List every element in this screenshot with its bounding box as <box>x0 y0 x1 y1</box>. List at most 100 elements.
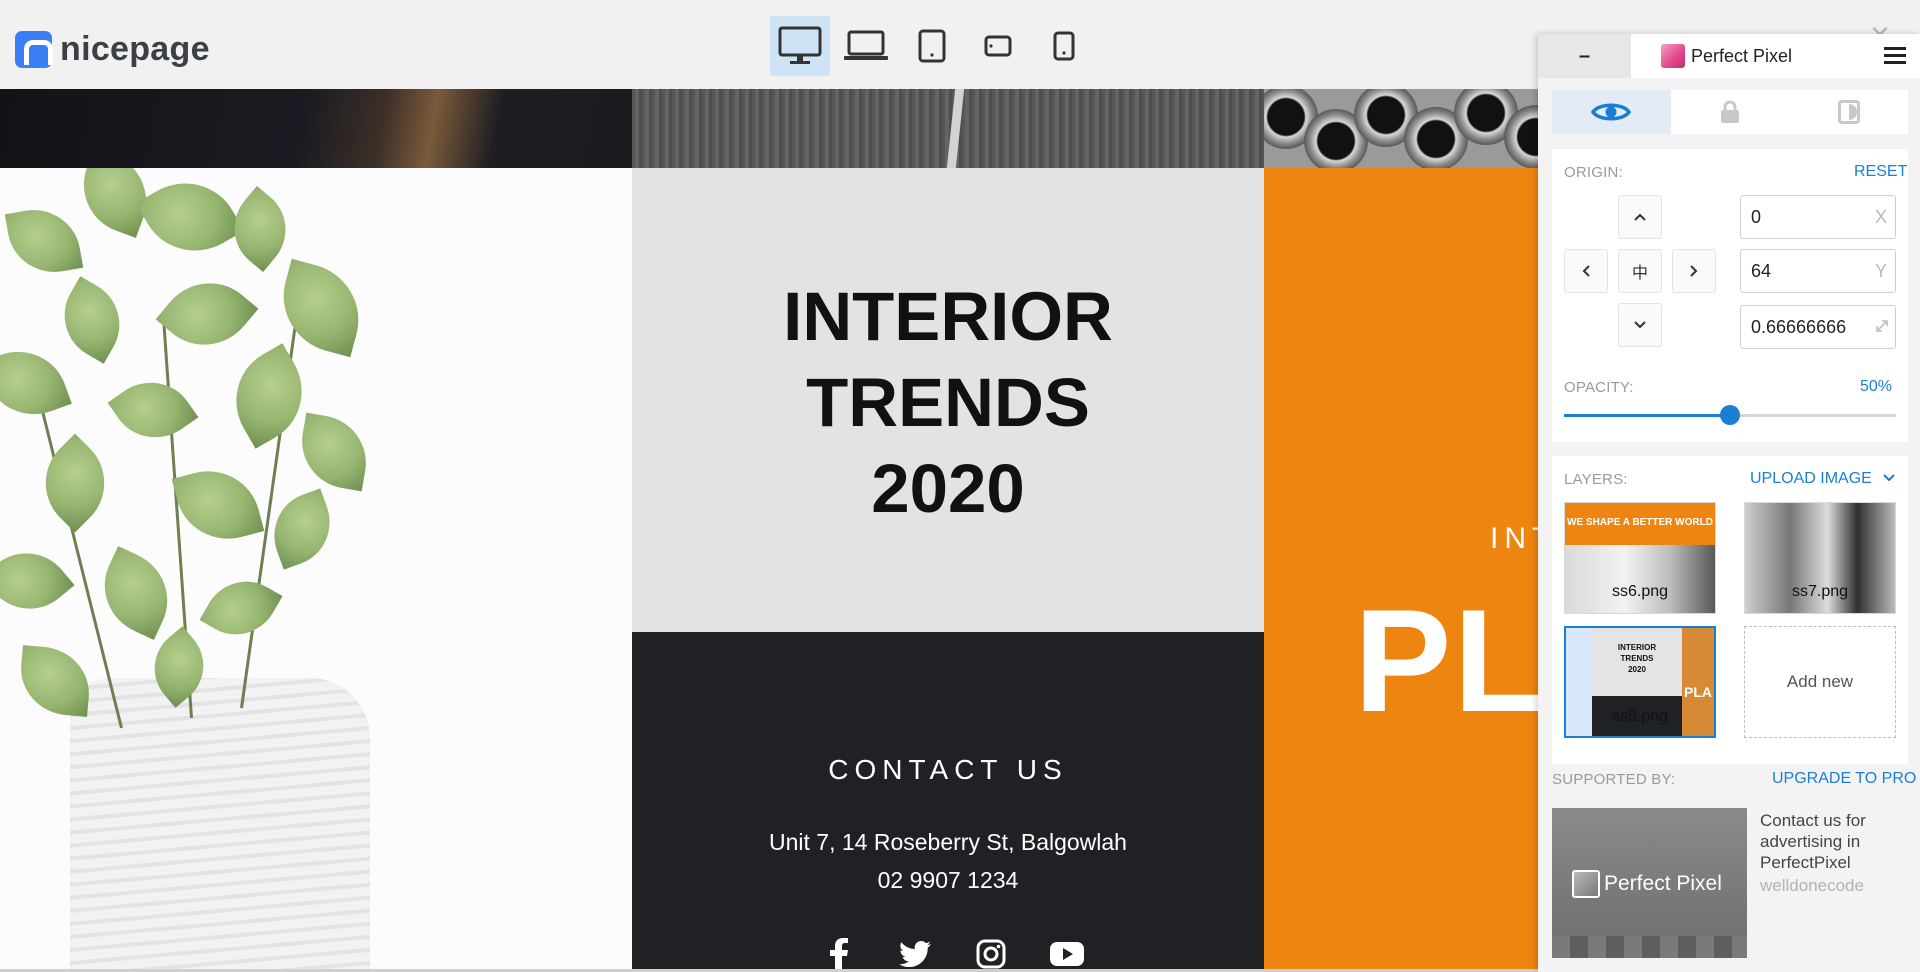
panel-tabs <box>1552 90 1908 134</box>
layer-thumbnail-ss7[interactable]: ss7.png <box>1744 502 1896 614</box>
contact-phone: 02 9907 1234 <box>877 867 1019 893</box>
thumbnail-caption: WE SHAPE A BETTER WORLD <box>1567 517 1713 528</box>
leaf <box>155 262 259 366</box>
add-new-layer-button[interactable]: Add new <box>1744 626 1896 738</box>
tablet-landscape-icon <box>984 35 1012 57</box>
thumbnail-photo <box>1565 545 1715 613</box>
plant-image <box>0 168 632 972</box>
move-up-button[interactable] <box>1618 195 1662 239</box>
desktop-icon <box>778 26 822 64</box>
hero-image-strip-2 <box>632 89 1264 168</box>
chevron-down-icon <box>1883 474 1895 482</box>
leaf <box>135 168 245 271</box>
facebook-icon[interactable] <box>821 936 857 972</box>
laptop-view-button[interactable] <box>836 16 896 76</box>
leaf <box>4 202 84 280</box>
opacity-slider[interactable] <box>1564 405 1896 425</box>
perfect-pixel-logo-icon <box>1661 44 1685 68</box>
ad-logo-icon <box>1572 870 1600 898</box>
contact-address: Unit 7, 14 Roseberry St, Balgowlah <box>769 829 1127 855</box>
leaf <box>107 364 199 456</box>
panel-brand: Perfect Pixel <box>1661 44 1792 68</box>
perfect-pixel-panel: – Perfect Pixel ORIGIN: RESET 中 0 X 64 Y… <box>1538 34 1920 972</box>
twitter-icon[interactable] <box>897 936 933 972</box>
leaf <box>17 645 93 717</box>
youtube-icon[interactable] <box>1049 936 1085 972</box>
tablet-landscape-view-button[interactable] <box>968 16 1028 76</box>
panel-header: – Perfect Pixel <box>1538 34 1920 78</box>
ad-sub-text: welldonecode <box>1760 876 1864 895</box>
layer-name: ss8.png <box>1611 708 1669 725</box>
nicepage-logo-icon <box>15 31 53 68</box>
nicepage-logo-text: nicepage <box>60 30 210 68</box>
tablet-icon <box>918 29 946 63</box>
contact-section: CONTACT US Unit 7, 14 Roseberry St, Balg… <box>632 632 1264 972</box>
thumbnail-orange-text: PLA <box>1684 684 1712 700</box>
leaf <box>199 566 283 650</box>
move-down-button[interactable] <box>1618 303 1662 347</box>
eye-icon <box>1591 103 1632 121</box>
lock-icon <box>1721 100 1739 123</box>
layer-thumbnail-ss8[interactable]: INTERIOR TRENDS 2020 PLA ss8.png <box>1564 626 1716 738</box>
social-links <box>821 936 1085 972</box>
instagram-icon[interactable] <box>973 936 1009 972</box>
origin-x-input[interactable] <box>1740 195 1896 239</box>
desktop-view-button[interactable] <box>770 16 830 76</box>
panel-title: Perfect Pixel <box>1691 45 1793 66</box>
leaf <box>261 488 343 570</box>
center-origin-button[interactable]: 中 <box>1618 249 1662 293</box>
chevron-right-icon <box>1690 265 1698 277</box>
hero-title-line-3: 2020 <box>871 450 1025 527</box>
layer-name: ss7.png <box>1791 583 1849 600</box>
leaf <box>171 459 265 551</box>
ad-banner[interactable]: Perfect Pixel <box>1552 808 1747 958</box>
ad-text[interactable]: Contact us for advertising in PerfectPix… <box>1760 810 1910 873</box>
y-suffix: Y <box>1875 261 1888 281</box>
ad-logo-text: Perfect Pixel <box>1604 872 1722 895</box>
leaf <box>271 258 371 358</box>
phone-view-button[interactable] <box>1034 16 1094 76</box>
chevron-up-icon <box>1634 213 1646 221</box>
layers-label: LAYERS: <box>1564 471 1628 488</box>
thumbnail-hero-text: INTERIOR TRENDS 2020 <box>1617 643 1657 674</box>
tab-visibility[interactable] <box>1552 90 1671 134</box>
leaf <box>294 412 374 492</box>
hero-title-line-2: TRENDS <box>806 364 1090 441</box>
hamburger-menu-icon[interactable] <box>1884 47 1906 65</box>
upload-image-button[interactable]: UPLOAD IMAGE <box>1750 470 1896 488</box>
invert-icon <box>1837 100 1860 124</box>
tab-invert[interactable] <box>1789 90 1908 134</box>
laptop-icon <box>844 30 888 60</box>
move-left-button[interactable] <box>1564 249 1608 293</box>
contact-title: CONTACT US <box>828 754 1068 785</box>
leaf <box>48 276 136 364</box>
device-switcher <box>770 16 1100 76</box>
tab-lock[interactable] <box>1671 90 1790 134</box>
nicepage-logo[interactable]: nicepage <box>15 30 210 69</box>
hero-text-block: INTERIOR TRENDS 2020 <box>632 168 1264 632</box>
minimize-button[interactable]: – <box>1538 34 1631 78</box>
supported-label: SUPPORTED BY: <box>1552 771 1676 788</box>
app-window: INTERIOR TRENDS 2020 CONTACT US Unit 7, … <box>0 0 1920 972</box>
hero-image-strip-1 <box>0 89 632 168</box>
opacity-slider-thumb[interactable] <box>1720 405 1740 425</box>
ad-pixel-pattern <box>1552 936 1747 958</box>
move-right-button[interactable] <box>1672 249 1716 293</box>
leaf <box>0 534 75 628</box>
layer-thumbnail-ss6[interactable]: WE SHAPE A BETTER WORLD ss6.png <box>1564 502 1716 614</box>
x-suffix: X <box>1875 207 1888 227</box>
opacity-value: 50% <box>1860 378 1893 395</box>
upgrade-to-pro-link[interactable]: UPGRADE TO PRO <box>1772 770 1916 788</box>
leaf <box>25 433 125 533</box>
scale-input[interactable] <box>1740 305 1896 349</box>
resize-icon <box>1876 320 1888 332</box>
layer-name: ss6.png <box>1611 583 1669 600</box>
origin-y-input[interactable] <box>1740 249 1896 293</box>
hero-title-line-1: INTERIOR <box>783 278 1113 355</box>
opacity-slider-fill <box>1564 414 1730 417</box>
upload-image-label: UPLOAD IMAGE <box>1750 470 1872 487</box>
vase <box>70 678 370 972</box>
chevron-down-icon <box>1634 321 1646 329</box>
tablet-view-button[interactable] <box>902 16 962 76</box>
reset-button[interactable]: RESET <box>1854 163 1907 181</box>
